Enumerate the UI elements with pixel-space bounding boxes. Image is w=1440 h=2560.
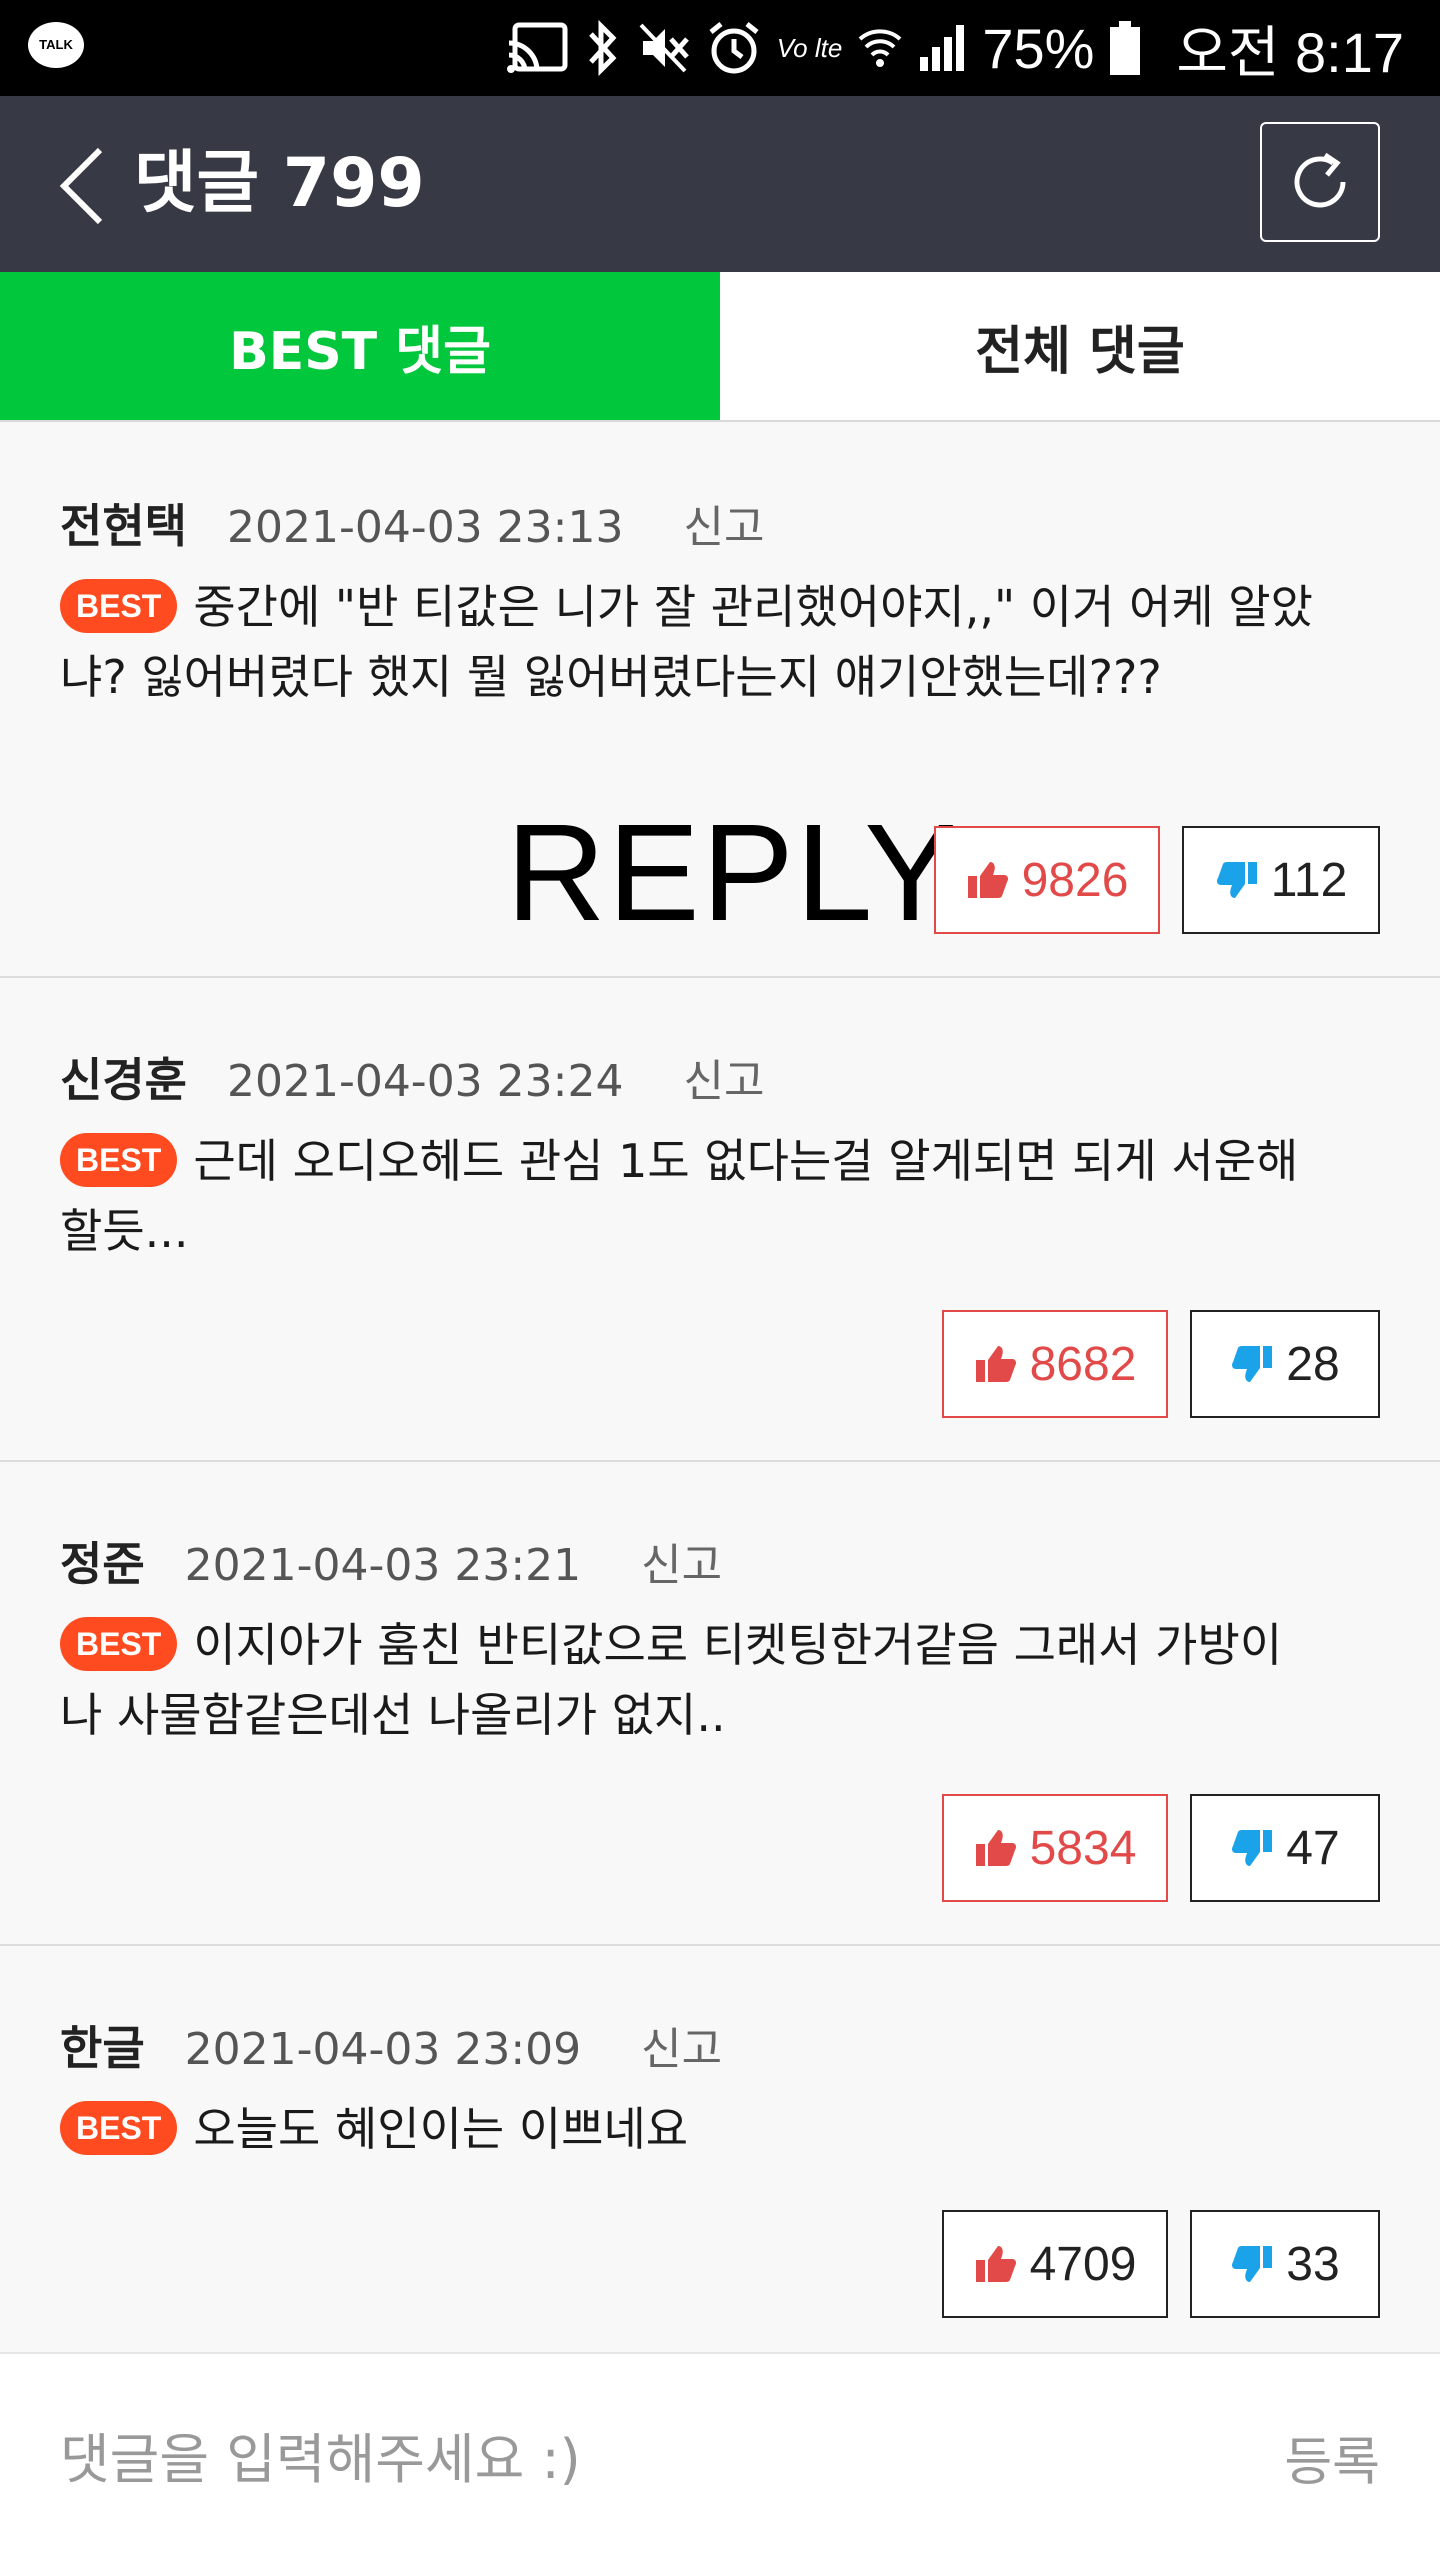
- comment-input[interactable]: [60, 2414, 1160, 2504]
- report-button[interactable]: 신고: [683, 1045, 764, 1109]
- comment-meta: 신경훈 2021-04-03 23:24 신고: [60, 1044, 764, 1110]
- dislike-count: 33: [1286, 2237, 1340, 2291]
- bluetooth-icon: [588, 20, 617, 76]
- comment-meta: 정준 2021-04-03 23:21 신고: [60, 1528, 722, 1594]
- like-count: 9826: [1021, 853, 1129, 907]
- thumbs-up-icon: [967, 862, 1008, 898]
- comment-meta: 전현택 2021-04-03 23:13 신고: [60, 490, 764, 556]
- comment-date: 2021-04-03 23:21: [184, 1540, 582, 1591]
- comment-author[interactable]: 한글: [60, 2012, 145, 2078]
- clock: 오전 8:17: [1176, 20, 1404, 84]
- vote-buttons: 5834 47: [942, 1794, 1380, 1902]
- thumbs-up-icon: [975, 2246, 1016, 2282]
- comment-author[interactable]: 전현택: [60, 490, 187, 556]
- thumbs-up-icon: [975, 1346, 1016, 1382]
- kakaotalk-icon: TALK: [28, 22, 84, 68]
- like-button[interactable]: 8682: [942, 1310, 1168, 1418]
- header: 댓글 799: [0, 96, 1440, 272]
- comment-text: 중간에 "반 티값은 니가 잘 관리했어야지,," 이거 어케 알았냐? 잃어버…: [60, 580, 1313, 704]
- back-icon[interactable]: [54, 144, 114, 228]
- vote-buttons: 8682 28: [942, 1310, 1380, 1418]
- comment-body: BEST 이지아가 훔친 반티값으로 티켓팅한거같음 그래서 가방이나 사물함같은…: [60, 1610, 1320, 1750]
- comment-author[interactable]: 정준: [60, 1528, 145, 1594]
- wifi-icon: [858, 29, 902, 67]
- dislike-button[interactable]: 112: [1182, 826, 1380, 934]
- thumbs-up-icon: [975, 1830, 1016, 1866]
- thumbs-down-icon: [1232, 2246, 1273, 2282]
- signal-icon: [920, 25, 965, 71]
- report-button[interactable]: 신고: [641, 1529, 722, 1593]
- submit-button[interactable]: 등록: [1284, 2420, 1380, 2495]
- best-badge: BEST: [60, 579, 178, 633]
- dislike-button[interactable]: 47: [1190, 1794, 1380, 1902]
- tab-best-comments[interactable]: BEST 댓글: [0, 272, 720, 420]
- comment-tabs: BEST 댓글 전체 댓글: [0, 272, 1440, 422]
- comment-item: 전현택 2021-04-03 23:13 신고 BEST 중간에 "반 티값은 니…: [0, 424, 1440, 978]
- volte-label: Vo lte: [776, 32, 843, 63]
- comment-date: 2021-04-03 23:24: [226, 1056, 624, 1107]
- vote-buttons: 9826 112: [934, 826, 1380, 934]
- like-button[interactable]: 9826: [934, 826, 1160, 934]
- comment-item: 정준 2021-04-03 23:21 신고 BEST 이지아가 훔친 반티값으로…: [0, 1462, 1440, 1946]
- battery-percent: 75%: [982, 16, 1095, 80]
- thumbs-down-icon: [1232, 1830, 1273, 1866]
- cast-icon: [506, 22, 568, 73]
- mute-icon: [639, 23, 689, 73]
- battery-icon: [1110, 21, 1141, 75]
- status-bar: TALK Vo lte 75% 오전 8:17: [0, 0, 1440, 96]
- thumbs-down-icon: [1232, 1346, 1273, 1382]
- comment-item: 한글 2021-04-03 23:09 신고 BEST 오늘도 혜인이는 이쁘네요…: [0, 1946, 1440, 2352]
- status-icons: Vo lte 75% 오전 8:17: [505, 0, 1404, 96]
- like-button[interactable]: 4709: [942, 2210, 1168, 2318]
- report-button[interactable]: 신고: [641, 2013, 722, 2077]
- best-badge: BEST: [60, 2101, 178, 2155]
- comment-meta: 한글 2021-04-03 23:09 신고: [60, 2012, 722, 2078]
- like-count: 5834: [1029, 1821, 1137, 1875]
- best-badge: BEST: [60, 1617, 178, 1671]
- like-count: 8682: [1029, 1337, 1137, 1391]
- comment-body: BEST 오늘도 혜인이는 이쁘네요: [60, 2094, 1320, 2164]
- comment-input-bar: 등록: [0, 2352, 1440, 2560]
- page-title: 댓글 799: [134, 144, 425, 223]
- like-count: 4709: [1029, 2237, 1137, 2291]
- dislike-count: 28: [1286, 1337, 1340, 1391]
- vote-buttons: 4709 33: [942, 2210, 1380, 2318]
- best-badge: BEST: [60, 1133, 178, 1187]
- comment-date: 2021-04-03 23:13: [226, 502, 624, 553]
- comment-body: BEST 근데 오디오헤드 관심 1도 없다는걸 알게되면 되게 서운해할듯...: [60, 1126, 1320, 1266]
- comment-text: 근데 오디오헤드 관심 1도 없다는걸 알게되면 되게 서운해할듯...: [60, 1134, 1299, 1258]
- refresh-button[interactable]: [1260, 122, 1380, 242]
- reply-overlay-text: REPLY: [506, 796, 959, 950]
- like-button[interactable]: 5834: [942, 1794, 1168, 1902]
- alarm-icon: [709, 22, 759, 74]
- dislike-count: 112: [1270, 853, 1348, 907]
- thumbs-down-icon: [1216, 862, 1257, 898]
- tab-all-comments[interactable]: 전체 댓글: [720, 272, 1440, 420]
- comment-date: 2021-04-03 23:09: [184, 2024, 582, 2075]
- dislike-button[interactable]: 33: [1190, 2210, 1380, 2318]
- comment-text: 오늘도 혜인이는 이쁘네요: [193, 2102, 689, 2156]
- report-button[interactable]: 신고: [683, 491, 764, 555]
- comment-author[interactable]: 신경훈: [60, 1044, 187, 1110]
- dislike-button[interactable]: 28: [1190, 1310, 1380, 1418]
- refresh-icon: [1294, 152, 1346, 208]
- comment-text: 이지아가 훔친 반티값으로 티켓팅한거같음 그래서 가방이나 사물함같은데선 나…: [60, 1618, 1283, 1742]
- comment-body: BEST 중간에 "반 티값은 니가 잘 관리했어야지,," 이거 어케 알았냐?…: [60, 572, 1320, 712]
- comment-item: 신경훈 2021-04-03 23:24 신고 BEST 근데 오디오헤드 관심 …: [0, 978, 1440, 1462]
- dislike-count: 47: [1286, 1821, 1340, 1875]
